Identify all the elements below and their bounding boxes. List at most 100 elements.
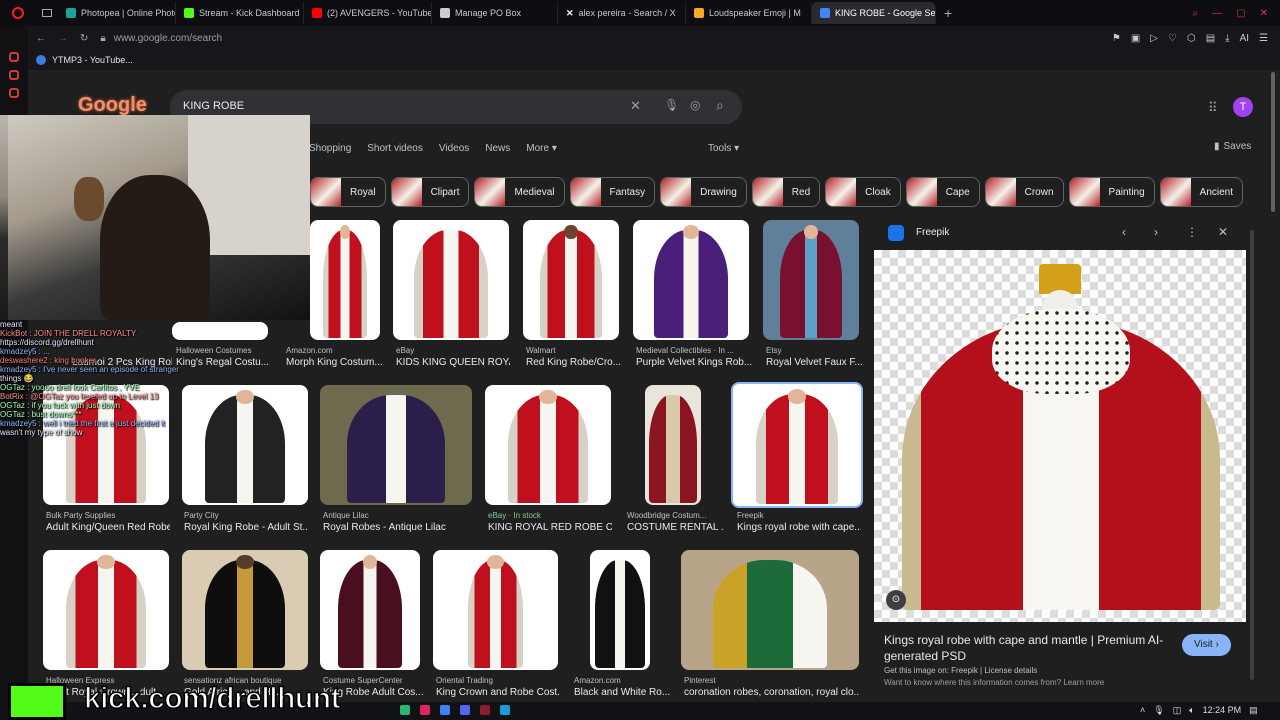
chip-royal[interactable]: Royal bbox=[310, 177, 386, 207]
tab-emoji[interactable]: Loudspeaker Emoji | M bbox=[686, 2, 812, 24]
clear-icon[interactable]: ✕ bbox=[630, 98, 641, 114]
app-icon[interactable] bbox=[400, 705, 410, 715]
image-result[interactable] bbox=[320, 385, 472, 505]
chip-painting[interactable]: Painting bbox=[1068, 177, 1155, 207]
chip-fantasy[interactable]: Fantasy bbox=[569, 177, 656, 207]
discord-icon[interactable] bbox=[460, 705, 470, 715]
tab-shopping[interactable]: Shopping bbox=[309, 143, 351, 154]
image-result[interactable] bbox=[590, 550, 650, 670]
result-title[interactable]: KING ROYAL RED ROBE C... bbox=[488, 522, 612, 533]
tab-x-search[interactable]: ✕ alex pereira - Search / X bbox=[558, 2, 686, 24]
page-scrollbar[interactable] bbox=[1271, 72, 1275, 212]
ai-icon[interactable]: AI bbox=[1240, 33, 1249, 44]
chip-cape[interactable]: Cape bbox=[905, 177, 980, 207]
result-title[interactable]: coronation robes, coronation, royal clo.… bbox=[684, 687, 860, 698]
play-icon[interactable]: ▷ bbox=[1150, 33, 1158, 44]
chevron-up-icon[interactable]: ˄ bbox=[1140, 705, 1145, 716]
image-result[interactable] bbox=[763, 220, 859, 340]
visit-button[interactable]: Visit › bbox=[1182, 634, 1231, 656]
result-title[interactable]: Black and White Ro... bbox=[574, 687, 670, 698]
preview-image[interactable]: ⊙ bbox=[874, 250, 1246, 622]
new-tab-button[interactable]: + bbox=[936, 5, 960, 21]
apps-grid-icon[interactable]: ⠿ bbox=[1208, 100, 1218, 116]
image-result[interactable] bbox=[485, 385, 611, 505]
image-result[interactable] bbox=[43, 550, 169, 670]
result-title[interactable]: Purple Velvet Kings Rob... bbox=[636, 357, 754, 368]
tab-news[interactable]: News bbox=[485, 143, 510, 154]
back-icon[interactable]: ← bbox=[36, 33, 46, 44]
capture-icon[interactable]: ▣ bbox=[1131, 33, 1140, 44]
tab-short-videos[interactable]: Short videos bbox=[367, 143, 423, 154]
close-icon[interactable]: ✕ bbox=[1218, 225, 1228, 239]
saves-button[interactable]: ▮ Saves bbox=[1214, 141, 1251, 152]
heart-icon[interactable]: ♡ bbox=[1168, 33, 1177, 44]
search-icon[interactable]: ⌕ bbox=[716, 97, 724, 114]
volume-icon[interactable]: 🔈︎ bbox=[1189, 705, 1194, 716]
bookmark-ytmp3[interactable]: YTMP3 - YouTube... bbox=[52, 55, 133, 65]
tab-youtube[interactable]: (2) AVENGERS - YouTube bbox=[304, 2, 432, 24]
url-field[interactable]: www.google.com/search bbox=[114, 33, 222, 44]
tab-po-box[interactable]: Manage PO Box bbox=[432, 2, 558, 24]
next-icon[interactable]: › bbox=[1154, 225, 1158, 239]
get-image-info[interactable]: Get this image on: Freepik | License det… bbox=[884, 666, 1037, 675]
tab-more[interactable]: More ▾ bbox=[526, 143, 557, 154]
download-icon[interactable]: ⤓ bbox=[1225, 33, 1229, 44]
result-title[interactable]: Royal Robes - Antique Lilac bbox=[323, 522, 475, 533]
result-title[interactable]: Red King Robe/Cro... bbox=[526, 357, 622, 368]
app-icon[interactable] bbox=[480, 705, 490, 715]
tools-button[interactable]: Tools ▾ bbox=[708, 143, 739, 154]
minimize-icon[interactable]: — bbox=[1212, 8, 1222, 19]
info-source-note[interactable]: Want to know where this information come… bbox=[884, 678, 1104, 687]
chip-drawing[interactable]: Drawing bbox=[660, 177, 747, 207]
result-title[interactable]: Kings royal robe with cape... bbox=[737, 522, 861, 533]
more-options-icon[interactable]: ⋮ bbox=[1186, 225, 1198, 239]
wallet-icon[interactable]: ▤ bbox=[1206, 33, 1215, 44]
search-tabs-icon[interactable]: ⌕ bbox=[1193, 8, 1199, 19]
bookmark-icon[interactable]: ⚑ bbox=[1112, 33, 1121, 44]
chip-crown[interactable]: Crown bbox=[984, 177, 1064, 207]
panel-scrollbar[interactable] bbox=[1250, 230, 1254, 680]
browser-logo-icon[interactable] bbox=[0, 0, 36, 26]
result-title[interactable]: Royal King Robe - Adult St... bbox=[184, 522, 308, 533]
image-result[interactable] bbox=[433, 550, 558, 670]
app-icon[interactable] bbox=[420, 705, 430, 715]
tab-kick-dashboard[interactable]: Stream - Kick Dashboard bbox=[176, 2, 304, 24]
result-title[interactable]: KIDS KING QUEEN ROYA... bbox=[396, 357, 510, 368]
sidebar-item-3-icon[interactable] bbox=[9, 88, 19, 98]
menu-icon[interactable]: ☰ bbox=[1259, 33, 1268, 44]
lens-icon[interactable]: ◎ bbox=[690, 98, 700, 112]
tab-google-search[interactable]: KING ROBE - Google Sear bbox=[812, 2, 936, 24]
result-title[interactable]: Adult King/Queen Red Robe bbox=[46, 522, 170, 533]
lens-search-icon[interactable]: ⊙ bbox=[886, 590, 906, 610]
result-title[interactable]: King Crown and Robe Cost... bbox=[436, 687, 560, 698]
image-result[interactable] bbox=[310, 220, 380, 340]
image-result[interactable] bbox=[182, 550, 308, 670]
chip-cloak[interactable]: Cloak bbox=[825, 177, 901, 207]
image-result[interactable] bbox=[681, 550, 859, 670]
panel-title[interactable]: Kings royal robe with cape and mantle | … bbox=[884, 632, 1174, 664]
chip-clipart[interactable]: Clipart bbox=[390, 177, 470, 207]
edge-icon[interactable] bbox=[440, 705, 450, 715]
chip-red[interactable]: Red bbox=[751, 177, 821, 207]
notifications-icon[interactable]: ▤ bbox=[1249, 705, 1258, 716]
tab-photopea[interactable]: Photopea | Online Photo E bbox=[58, 2, 176, 24]
forward-icon[interactable]: → bbox=[58, 33, 68, 44]
image-result[interactable] bbox=[523, 220, 619, 340]
prev-icon[interactable]: ‹ bbox=[1122, 225, 1126, 239]
sidebar-item-1-icon[interactable] bbox=[9, 52, 19, 62]
tab-videos[interactable]: Videos bbox=[439, 143, 469, 154]
microphone-icon[interactable]: 🎙︎ bbox=[1153, 705, 1164, 716]
close-window-icon[interactable]: ✕ bbox=[1260, 8, 1268, 19]
steam-icon[interactable] bbox=[500, 705, 510, 715]
sidebar-item-2-icon[interactable] bbox=[9, 70, 19, 80]
extensions-icon[interactable]: ⬡ bbox=[1187, 33, 1196, 44]
image-result[interactable] bbox=[393, 220, 509, 340]
result-title[interactable]: Royal Velvet Faux F... bbox=[766, 357, 862, 368]
image-result-selected[interactable] bbox=[731, 382, 863, 508]
workspaces-icon[interactable] bbox=[36, 0, 58, 26]
maximize-icon[interactable]: ▢ bbox=[1236, 8, 1245, 19]
reload-icon[interactable]: ↻ bbox=[80, 33, 88, 44]
panel-source[interactable]: Freepik bbox=[916, 227, 949, 238]
chip-ancient[interactable]: Ancient bbox=[1159, 177, 1244, 207]
result-title[interactable]: COSTUME RENTAL ... bbox=[627, 522, 723, 533]
